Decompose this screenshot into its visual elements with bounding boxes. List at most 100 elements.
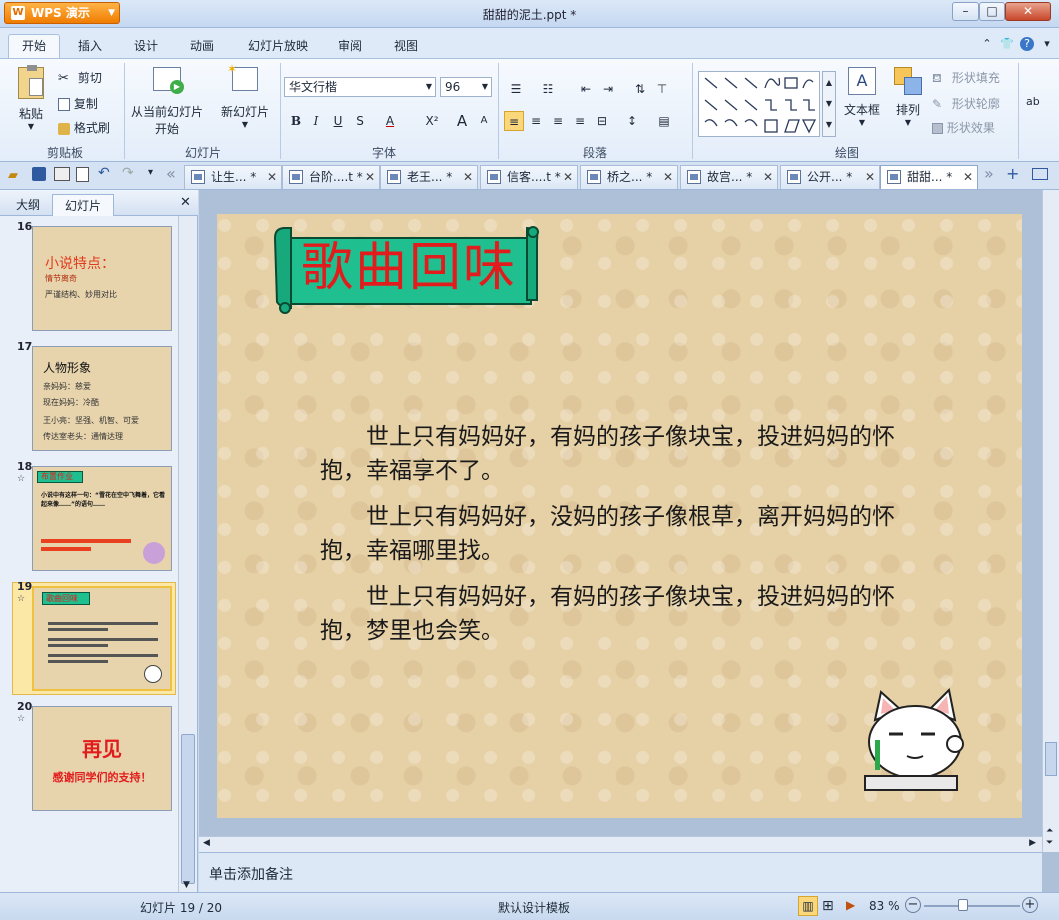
paste-button[interactable]: 粘贴 ▼ <box>14 65 48 137</box>
textbox-button[interactable]: A 文本框 ▼ <box>842 67 882 127</box>
tab-review[interactable]: 审阅 <box>328 37 372 57</box>
shapes-gallery[interactable] <box>698 71 820 137</box>
zoom-slider-track[interactable] <box>924 905 1020 907</box>
redo-icon[interactable]: ↷ <box>122 165 134 181</box>
grow-font-button[interactable]: A <box>452 111 472 131</box>
columns-icon[interactable]: ▤ <box>654 111 674 131</box>
doc-tab[interactable]: 让生... * ✕ <box>184 165 282 189</box>
new-tab-icon[interactable]: + <box>1006 164 1019 183</box>
scroll-down-icon[interactable]: ▼ <box>183 880 190 890</box>
doc-tab[interactable]: 信客....t * ✕ <box>480 165 578 189</box>
chevron-up-icon[interactable]: ⌃ <box>980 37 994 51</box>
zoom-out-icon[interactable]: − <box>905 897 921 913</box>
doc-tab[interactable]: 老王... * ✕ <box>380 165 478 189</box>
save-icon[interactable] <box>32 167 46 181</box>
undo-icon[interactable]: ↶ <box>98 165 110 181</box>
scroll-left-icon[interactable]: ◀ <box>203 838 210 848</box>
slide-paragraph[interactable]: 世上只有妈妈好，没妈的孩子像根草，离开妈妈的怀抱，幸福哪里找。 <box>320 500 920 568</box>
distribute-icon[interactable]: ⊟ <box>592 111 612 131</box>
normal-view-icon[interactable]: ▥ <box>798 896 818 916</box>
close-tab-icon[interactable]: ✕ <box>865 166 875 188</box>
slideshow-view-icon[interactable]: ▶ <box>846 898 855 912</box>
slide-thumbnail[interactable]: 布置作业 小说中有这样一句：“雪花在空中飞舞着，它看起来像……”的语句…… <box>32 466 172 571</box>
doc-tab[interactable]: 故宫... * ✕ <box>680 165 778 189</box>
justify-icon[interactable]: ≡ <box>570 111 590 131</box>
increase-indent-icon[interactable]: ⇥ <box>598 79 618 99</box>
doc-tab[interactable]: 公开... * ✕ <box>780 165 880 189</box>
strikethrough-button[interactable]: S <box>350 111 370 131</box>
align-text-icon[interactable]: ⊤ <box>652 79 672 99</box>
slide-paragraph[interactable]: 世上只有妈妈好，有妈的孩子像块宝，投进妈妈的怀抱，幸福享不了。 <box>320 420 920 488</box>
ribbon-collapse-icon[interactable]: ▾ <box>1040 37 1054 51</box>
shape-effect-button[interactable]: 形状效果 <box>932 119 995 136</box>
print-icon[interactable] <box>54 167 70 181</box>
close-tab-icon[interactable]: ✕ <box>563 166 573 188</box>
zoom-in-icon[interactable]: + <box>1022 897 1038 913</box>
scrollbar-thumb[interactable] <box>1045 742 1057 776</box>
slide-thumbnail[interactable]: 人物形象 亲妈妈：慈爱 现在妈妈：冷酷 王小亮：坚强、机智、可爱 传达室老头：通… <box>32 346 172 451</box>
doc-tab[interactable]: 台阶....t * ✕ <box>282 165 380 189</box>
shape-outline-button[interactable]: ✎ 形状轮廓 <box>932 95 1000 113</box>
slide-thumbnail-selected[interactable]: 歌曲回味 <box>32 586 172 691</box>
editor-horizontal-scrollbar[interactable]: ◀ ▶ <box>199 836 1042 852</box>
slide-sorter-icon[interactable]: ⊞ <box>822 898 834 914</box>
italic-button[interactable]: I <box>306 111 326 131</box>
zoom-slider-thumb[interactable] <box>958 899 968 911</box>
slide-paragraph[interactable]: 世上只有妈妈好，有妈的孩子像块宝，投进妈妈的怀抱，梦里也会笑。 <box>320 580 920 648</box>
close-button[interactable]: ✕ <box>1005 2 1051 21</box>
tab-insert[interactable]: 插入 <box>68 37 112 57</box>
scroll-right-icon[interactable]: ▶ <box>1029 838 1036 848</box>
shrink-font-button[interactable]: A <box>474 111 494 131</box>
font-size-combo[interactable]: 96 ▼ <box>440 77 492 97</box>
scrollbar-thumb[interactable] <box>181 734 195 884</box>
more-tools-icon[interactable]: ab <box>1026 95 1040 108</box>
from-current-slide-button[interactable]: ▶ 从当前幻灯片 开始 <box>128 67 206 137</box>
help-icon[interactable]: ? <box>1020 37 1034 51</box>
decrease-indent-icon[interactable]: ⇤ <box>576 79 596 99</box>
arrange-button[interactable]: 排列 ▼ <box>888 67 928 127</box>
design-template-name[interactable]: 默认设计模板 <box>498 899 570 916</box>
tab-outline[interactable]: 大纲 <box>8 194 48 216</box>
tab-slides[interactable]: 幻灯片 <box>52 194 114 216</box>
underline-button[interactable]: U <box>328 111 348 131</box>
line-spacing-icon[interactable]: ↕ <box>622 111 642 131</box>
bold-button[interactable]: B <box>286 111 306 131</box>
thumbnail-scrollbar[interactable]: ▼ <box>178 216 197 892</box>
text-direction-icon[interactable]: ⇅ <box>630 79 650 99</box>
close-tab-icon[interactable]: ✕ <box>963 166 973 188</box>
print-preview-icon[interactable] <box>76 167 89 182</box>
minimize-button[interactable]: – <box>952 2 979 21</box>
skin-icon[interactable]: 👕 <box>1000 37 1014 51</box>
superscript-button[interactable]: X² <box>420 111 444 131</box>
tabs-scroll-right-icon[interactable]: » <box>984 164 994 183</box>
slide-thumbnail[interactable]: 小说特点： 情节离奇 严谨结构、妙用对比 <box>32 226 172 331</box>
copy-button[interactable]: 复制 <box>58 95 98 112</box>
close-tab-icon[interactable]: ✕ <box>365 166 375 188</box>
align-right-icon[interactable]: ≡ <box>548 111 568 131</box>
close-tab-icon[interactable]: ✕ <box>763 166 773 188</box>
format-painter-button[interactable]: 格式刷 <box>58 119 110 136</box>
align-left-icon[interactable]: ≡ <box>504 111 524 131</box>
open-folder-icon[interactable]: ▰ <box>8 168 18 183</box>
close-tab-icon[interactable]: ✕ <box>463 166 473 188</box>
tabs-scroll-left-icon[interactable]: « <box>166 164 176 183</box>
quick-access-dropdown-icon[interactable]: ▾ <box>148 167 153 178</box>
bullets-icon[interactable]: ☰ <box>506 79 526 99</box>
maximize-button[interactable]: □ <box>979 2 1005 21</box>
slide-title[interactable]: 歌曲回味 <box>301 236 531 300</box>
font-name-combo[interactable]: 华文行楷 ▼ <box>284 77 436 97</box>
tab-animation[interactable]: 动画 <box>180 37 224 57</box>
font-color-button[interactable]: A <box>380 111 400 131</box>
cut-button[interactable]: ✂ 剪切 <box>58 69 102 87</box>
doc-tab-active[interactable]: 甜甜... * ✕ <box>880 165 978 189</box>
next-slide-icon[interactable]: ⏷ <box>1046 838 1053 848</box>
notes-pane[interactable]: 单击添加备注 <box>199 852 1042 892</box>
tab-view[interactable]: 视图 <box>384 37 428 57</box>
new-slide-button[interactable]: ✶ 新幻灯片 ▼ <box>214 62 276 129</box>
slide-canvas[interactable]: 歌曲回味 世上只有妈妈好，有妈的孩子像块宝，投进妈妈的怀抱，幸福享不了。 世上只… <box>217 214 1022 818</box>
shapes-gallery-scroll[interactable]: ▲ ▼ ▼ <box>822 71 836 137</box>
shape-fill-button[interactable]: ⛾ 形状填充 <box>932 69 1000 87</box>
close-panel-icon[interactable]: ✕ <box>180 195 191 210</box>
numbering-icon[interactable]: ☷ <box>538 79 558 99</box>
close-tab-icon[interactable]: ✕ <box>267 166 277 188</box>
